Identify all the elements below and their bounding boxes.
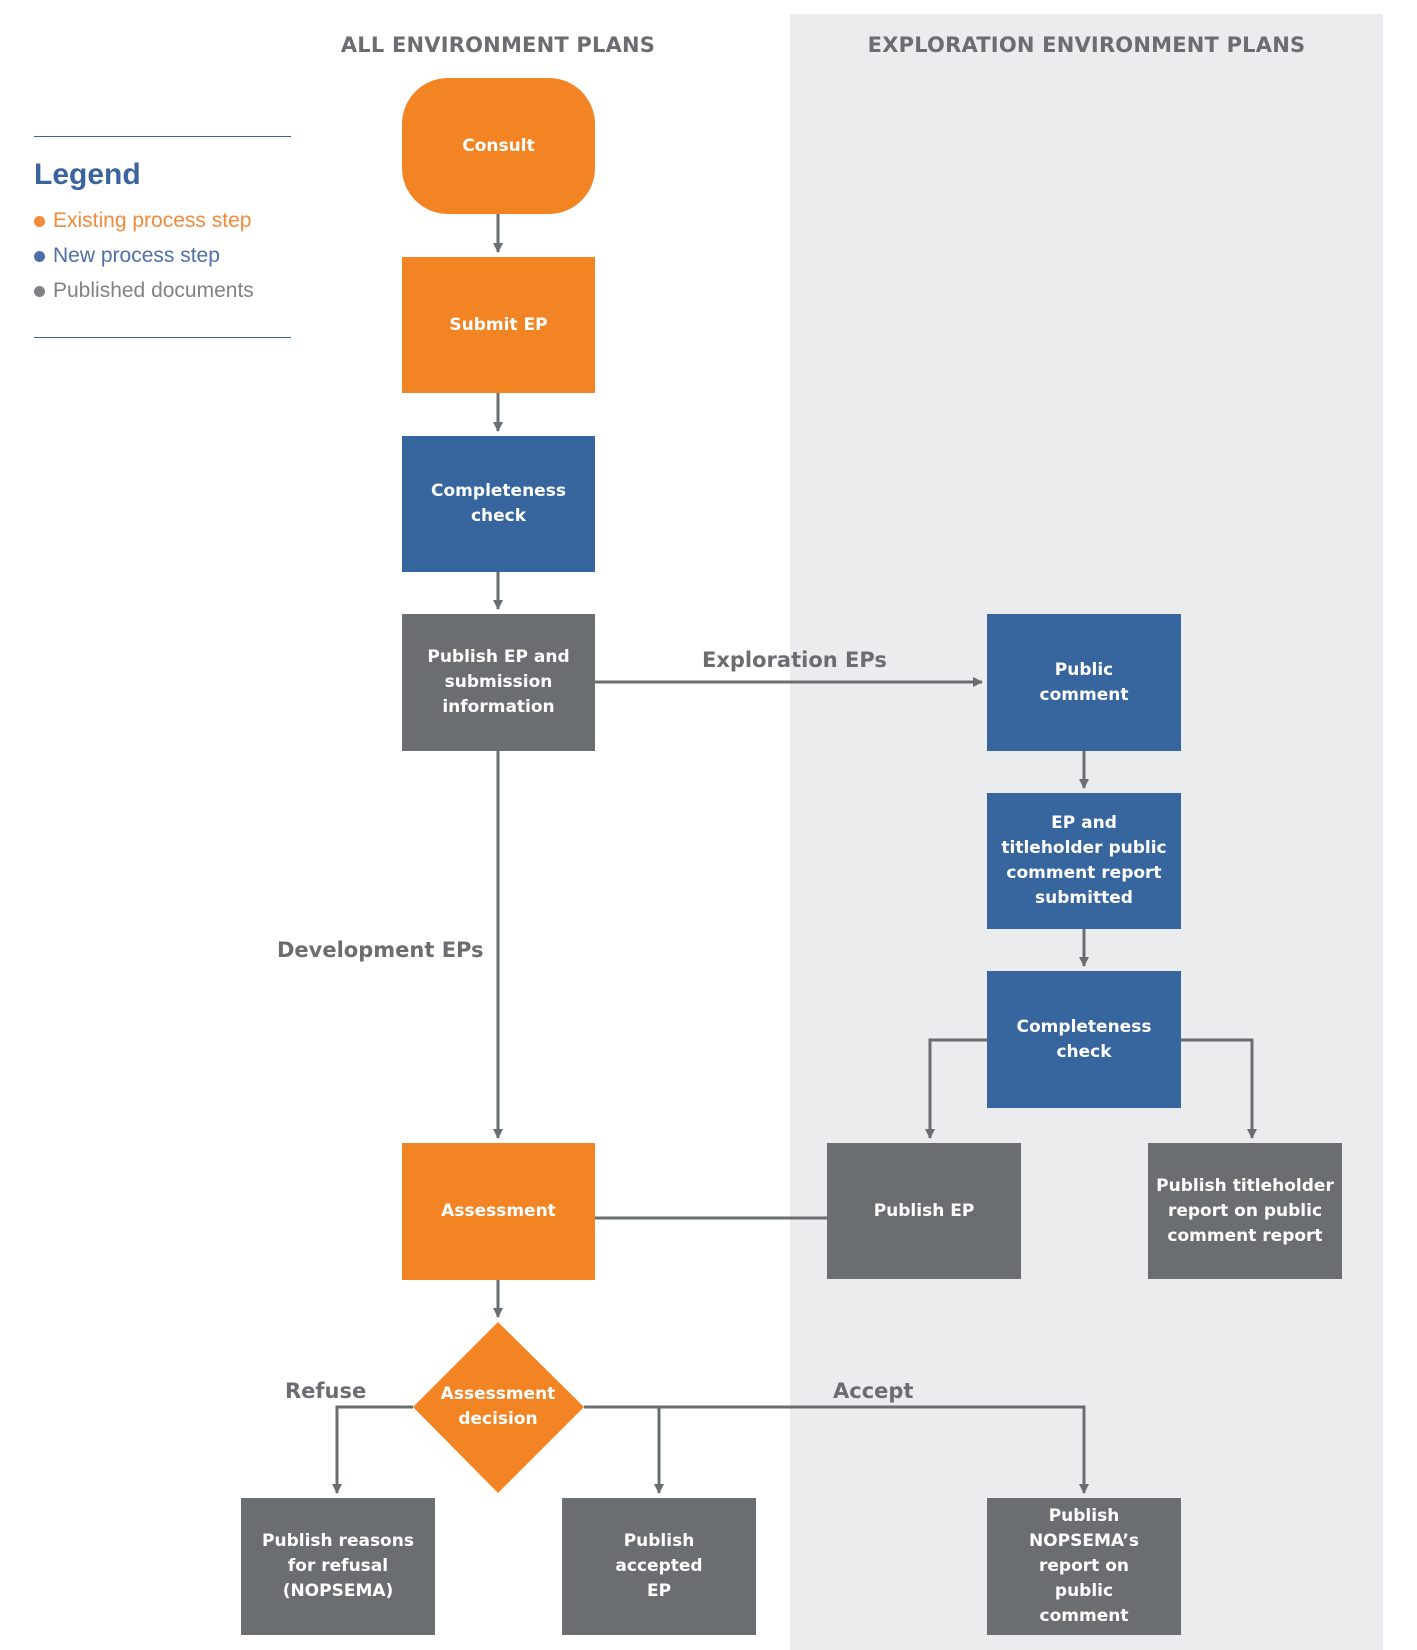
node-assessment-decision: Assessment decision	[418, 1372, 578, 1442]
node-label: EP and titleholder public comment report…	[1001, 813, 1167, 908]
node-label: Publish titleholder report on public com…	[1156, 1175, 1334, 1246]
node-label: Publish reasons for refusal (NOPSEMA)	[262, 1531, 414, 1601]
node-label: Public comment	[1039, 659, 1129, 705]
node-label: Completeness check	[1016, 1016, 1152, 1062]
edge-refuse	[332, 1405, 413, 1494]
node-label: Submit EP	[449, 314, 548, 335]
node-publish-refusal-reasons: Publish reasons for refusal (NOPSEMA)	[241, 1498, 435, 1635]
node-ep-titleholder-report: EP and titleholder public comment report…	[987, 793, 1181, 929]
edge-label-development: Development EPs	[277, 938, 484, 962]
node-label: Publish NOPSEMA’s report on public comme…	[1028, 1506, 1140, 1626]
edge-label-refuse: Refuse	[285, 1379, 367, 1403]
node-publish-nopsema-report: Publish NOPSEMA’s report on public comme…	[987, 1498, 1181, 1635]
node-assessment: Assessment	[402, 1143, 595, 1280]
node-consult: Consult	[402, 78, 595, 214]
node-label: Publish EP	[873, 1200, 975, 1221]
node-publish-titleholder-report: Publish titleholder report on public com…	[1148, 1143, 1342, 1279]
node-label: Consult	[462, 135, 535, 156]
node-label: Assessment decision	[440, 1384, 556, 1429]
edge-label-exploration: Exploration EPs	[702, 648, 887, 672]
connectors	[332, 214, 1257, 1494]
edge-completeness-titleholder	[1181, 1038, 1257, 1139]
node-completeness-check: Completeness check	[402, 436, 595, 572]
node-completeness-check-exploration: Completeness check	[987, 971, 1181, 1108]
node-publish-accepted-ep: Publish accepted EP	[562, 1498, 756, 1635]
node-publish-ep: Publish EP	[827, 1143, 1021, 1279]
node-public-comment: Public comment	[987, 614, 1181, 751]
edge-label-accept: Accept	[833, 1379, 914, 1403]
node-label: Completeness check	[431, 481, 566, 526]
node-submit-ep: Submit EP	[402, 257, 595, 393]
node-publish-ep-submission: Publish EP and submission information	[402, 614, 595, 751]
node-label: Publish EP and submission information	[427, 647, 570, 717]
edge-completeness-publish-ep	[925, 1038, 987, 1139]
node-label: Publish accepted EP	[615, 1531, 703, 1601]
node-label: Assessment	[441, 1201, 556, 1221]
